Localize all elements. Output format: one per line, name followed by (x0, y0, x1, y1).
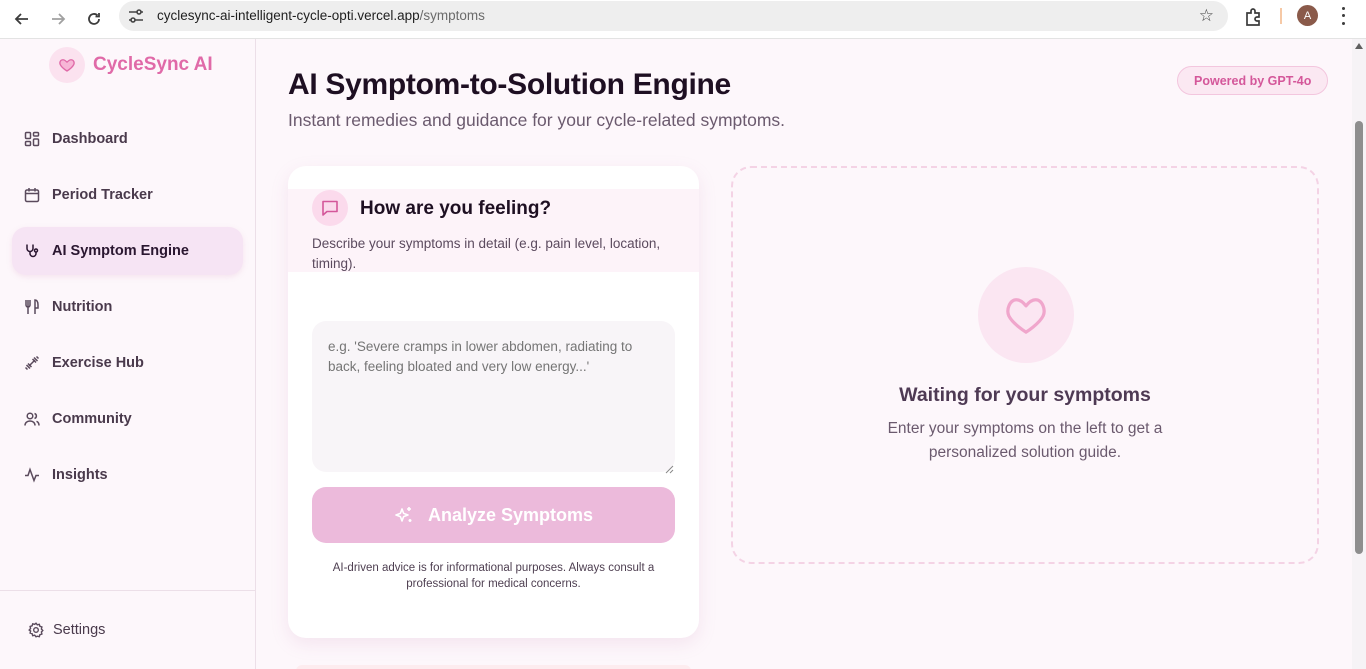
site-settings-icon[interactable] (127, 8, 145, 24)
gear-icon (28, 622, 44, 638)
dumbbell-icon (24, 355, 40, 371)
page-title: AI Symptom-to-Solution Engine (288, 68, 731, 101)
url-text: cyclesync-ai-intelligent-cycle-opti.verc… (157, 8, 485, 23)
stethoscope-icon (24, 243, 40, 259)
sidebar: CycleSync AI Dashboard Period Tracker AI… (0, 39, 256, 669)
calendar-icon (24, 187, 40, 203)
heart-logo-icon (49, 47, 85, 83)
bookmark-star-icon[interactable]: ☆ (1199, 6, 1214, 26)
page-scrollbar[interactable] (1352, 39, 1366, 669)
next-card-peek (296, 665, 691, 669)
analyze-button-label: Analyze Symptoms (427, 504, 594, 525)
sidebar-item-label: Dashboard (52, 131, 128, 147)
page-subtitle: Instant remedies and guidance for your c… (288, 110, 786, 130)
toolbar-separator (1280, 8, 1282, 24)
utensils-icon (24, 299, 40, 315)
sidebar-item-label: Community (52, 411, 132, 427)
sidebar-nav: Dashboard Period Tracker AI Symptom Engi… (12, 115, 243, 507)
resize-grip-icon[interactable] (665, 461, 674, 474)
sidebar-item-settings[interactable]: Settings (28, 622, 105, 638)
sidebar-item-label: Nutrition (52, 299, 113, 315)
brand[interactable]: CycleSync AI (49, 47, 213, 83)
symptom-input-card: How are you feeling? Describe your sympt… (288, 166, 699, 638)
browser-toolbar: cyclesync-ai-intelligent-cycle-opti.verc… (0, 0, 1366, 39)
results-placeholder-panel: Waiting for your symptoms Enter your sym… (731, 166, 1319, 564)
dashboard-icon (24, 131, 40, 147)
extensions-icon[interactable] (1243, 6, 1265, 28)
more-icon[interactable] (1335, 5, 1351, 27)
sparkles-icon (394, 505, 414, 525)
sidebar-divider (0, 590, 255, 591)
forward-icon[interactable] (44, 5, 72, 33)
message-square-icon (312, 190, 348, 226)
card-title: How are you feeling? (360, 198, 552, 219)
waiting-title: Waiting for your symptoms (899, 384, 1151, 406)
brand-name: CycleSync AI (93, 54, 213, 75)
settings-label: Settings (53, 622, 106, 638)
address-bar[interactable]: cyclesync-ai-intelligent-cycle-opti.verc… (119, 1, 1228, 31)
activity-icon (24, 467, 40, 483)
scrollbar-thumb[interactable] (1355, 121, 1363, 554)
reload-icon[interactable] (80, 5, 108, 33)
sidebar-item-label: Period Tracker (52, 187, 153, 203)
sidebar-item-ai-symptom-engine[interactable]: AI Symptom Engine (12, 227, 243, 275)
sidebar-item-insights[interactable]: Insights (12, 451, 243, 499)
waiting-text: Enter your symptoms on the left to get a… (887, 420, 1163, 461)
sidebar-item-label: Insights (52, 467, 108, 483)
sidebar-item-nutrition[interactable]: Nutrition (12, 283, 243, 331)
main-content: AI Symptom-to-Solution Engine Instant re… (256, 39, 1352, 669)
card-hint: Describe your symptoms in detail (e.g. p… (312, 236, 661, 271)
disclaimer-text: AI-driven advice is for informational pu… (332, 562, 655, 590)
sidebar-item-exercise-hub[interactable]: Exercise Hub (12, 339, 243, 387)
card-header: How are you feeling? Describe your sympt… (288, 189, 699, 272)
sidebar-item-label: AI Symptom Engine (52, 243, 189, 259)
heart-icon (978, 267, 1074, 363)
sidebar-item-dashboard[interactable]: Dashboard (12, 115, 243, 163)
profile-avatar[interactable]: A (1297, 5, 1318, 26)
users-icon (24, 411, 40, 427)
sidebar-item-label: Exercise Hub (52, 355, 144, 371)
analyze-symptoms-button[interactable]: Analyze Symptoms (312, 487, 675, 543)
powered-by-badge: Powered by GPT-4o (1177, 66, 1329, 95)
sidebar-item-community[interactable]: Community (12, 395, 243, 443)
symptoms-textarea[interactable] (312, 321, 675, 472)
sidebar-item-period-tracker[interactable]: Period Tracker (12, 171, 243, 219)
scroll-up-icon[interactable] (1355, 43, 1363, 49)
back-icon[interactable] (8, 5, 36, 33)
